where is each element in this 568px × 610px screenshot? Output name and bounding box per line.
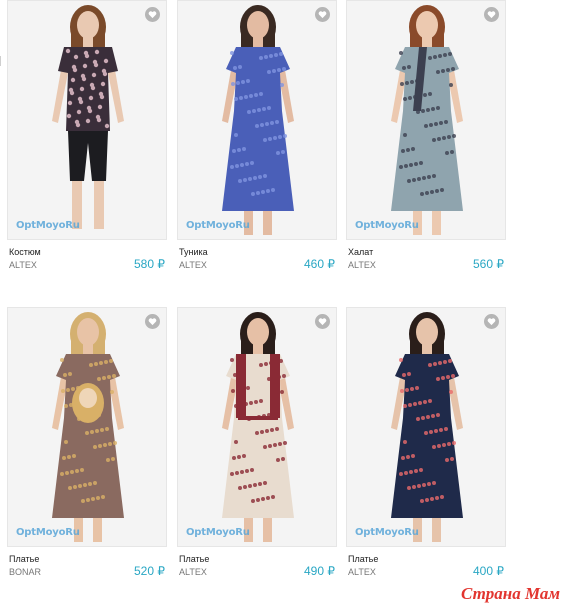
product-card[interactable]: OptMoyoRu Платье ALTEX 400 ₽ (346, 307, 516, 584)
product-photo-model (178, 1, 336, 239)
heart-icon[interactable] (484, 7, 499, 22)
product-price: 400 ₽ (473, 564, 504, 578)
product-info: Платье BONAR 520 ₽ (7, 554, 167, 584)
product-name[interactable]: Туника (179, 247, 208, 257)
product-price: 490 ₽ (304, 564, 335, 578)
product-brand: ALTEX (179, 567, 207, 577)
site-watermark-logo: Страна Мам (460, 584, 560, 603)
product-info: Платье ALTEX 400 ₽ (346, 554, 506, 584)
product-photo[interactable]: OptMoyoRu (7, 307, 167, 547)
product-photo[interactable]: OptMoyoRu (7, 0, 167, 240)
product-photo[interactable]: OptMoyoRu (177, 0, 337, 240)
product-price: 460 ₽ (304, 257, 335, 271)
product-card[interactable]: OptMoyoRu Платье ALTEX 490 ₽ (177, 307, 347, 584)
heart-icon[interactable] (484, 314, 499, 329)
product-price: 520 ₽ (134, 564, 165, 578)
heart-icon[interactable] (315, 314, 330, 329)
photo-watermark: OptMoyoRu (355, 220, 419, 231)
product-info: Туника ALTEX 460 ₽ (177, 247, 337, 277)
product-brand: BONAR (9, 567, 42, 577)
product-photo-model (8, 308, 166, 546)
product-grid: OptMoyoRu Костюм ALTEX 580 ₽ OptMoyoRu Т… (0, 0, 568, 610)
product-card[interactable]: OptMoyoRu Костюм ALTEX 580 ₽ (7, 0, 177, 277)
product-card[interactable]: OptMoyoRu Туника ALTEX 460 ₽ (177, 0, 347, 277)
product-photo[interactable]: OptMoyoRu (346, 307, 506, 547)
product-brand: ALTEX (348, 567, 376, 577)
product-name[interactable]: Платье (348, 554, 378, 564)
product-brand: ALTEX (9, 260, 37, 270)
photo-watermark: OptMoyoRu (186, 527, 250, 538)
product-name[interactable]: Платье (9, 554, 39, 564)
product-price: 560 ₽ (473, 257, 504, 271)
photo-watermark: OptMoyoRu (186, 220, 250, 231)
photo-watermark: OptMoyoRu (16, 527, 80, 538)
photo-watermark: OptMoyoRu (355, 527, 419, 538)
product-name[interactable]: Платье (179, 554, 209, 564)
product-card[interactable]: OptMoyoRu Платье BONAR 520 ₽ (7, 307, 177, 584)
product-card[interactable]: OptMoyoRu Халат ALTEX 560 ₽ (346, 0, 516, 277)
product-photo-model (347, 308, 505, 546)
product-price: 580 ₽ (134, 257, 165, 271)
heart-icon[interactable] (145, 7, 160, 22)
product-photo-model (347, 1, 505, 239)
product-name[interactable]: Халат (348, 247, 373, 257)
heart-icon[interactable] (315, 7, 330, 22)
product-brand: ALTEX (348, 260, 376, 270)
product-photo[interactable]: OptMoyoRu (346, 0, 506, 240)
product-photo[interactable]: OptMoyoRu (177, 307, 337, 547)
product-info: Халат ALTEX 560 ₽ (346, 247, 506, 277)
product-brand: ALTEX (179, 260, 207, 270)
photo-watermark: OptMoyoRu (16, 220, 80, 231)
product-info: Платье ALTEX 490 ₽ (177, 554, 337, 584)
heart-icon[interactable] (145, 314, 160, 329)
product-name[interactable]: Костюм (9, 247, 41, 257)
product-photo-model (8, 1, 166, 239)
product-photo-model (178, 308, 336, 546)
product-info: Костюм ALTEX 580 ₽ (7, 247, 167, 277)
